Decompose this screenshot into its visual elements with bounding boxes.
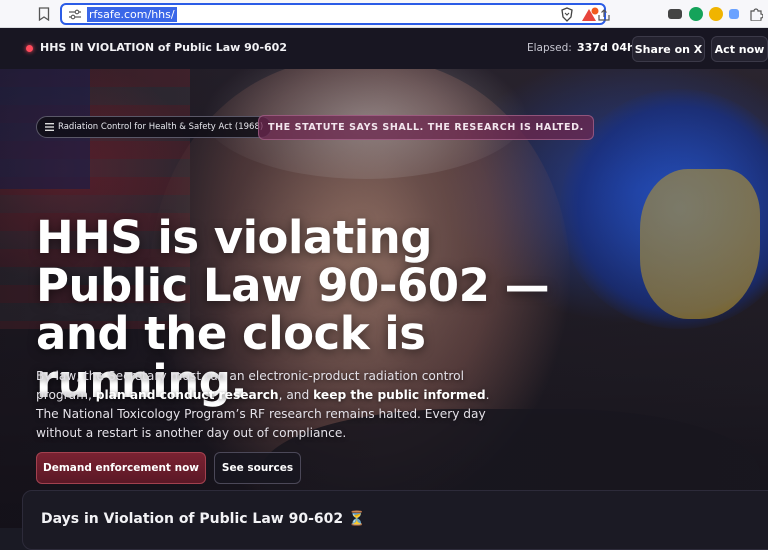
live-indicator xyxy=(26,45,33,52)
share-on-x-button[interactable]: Share on X xyxy=(632,36,705,62)
extension-icon[interactable] xyxy=(668,9,682,19)
status-bar: HHS IN VIOLATION of Public Law 90-602 El… xyxy=(0,28,768,69)
description-emphasis: plan and conduct research xyxy=(95,388,279,402)
extension-icon[interactable] xyxy=(729,9,739,19)
hero-description: By law, the Secretary must run an electr… xyxy=(36,367,506,443)
puzzle-icon[interactable] xyxy=(749,7,763,21)
elapsed-label: Elapsed: xyxy=(527,42,572,54)
description-emphasis: keep the public informed xyxy=(313,388,486,402)
grammarly-icon[interactable] xyxy=(689,7,703,21)
elapsed-counter: 337d 04h xyxy=(577,41,635,54)
statute-badge: THE STATUTE SAYS SHALL. THE RESEARCH IS … xyxy=(258,115,594,140)
act-now-button[interactable]: Act now xyxy=(711,36,768,62)
demand-enforcement-button[interactable]: Demand enforcement now xyxy=(36,452,206,484)
address-bar[interactable]: rfsafe.com/hhs/ xyxy=(60,3,610,25)
law-chip-label: Radiation Control for Health & Safety Ac… xyxy=(58,122,264,132)
url-text[interactable]: rfsafe.com/hhs/ xyxy=(87,7,177,22)
description-text: , and xyxy=(278,388,314,402)
statute-badge-text: THE STATUTE SAYS SHALL. THE RESEARCH IS … xyxy=(268,122,584,133)
see-sources-button[interactable]: See sources xyxy=(214,452,301,484)
menu-icon xyxy=(45,123,54,131)
hero-section: Radiation Control for Health & Safety Ac… xyxy=(0,69,768,528)
site-settings-icon[interactable] xyxy=(68,9,82,20)
brave-shields-icon[interactable] xyxy=(560,7,574,22)
brave-rewards-icon[interactable] xyxy=(581,7,599,23)
browser-toolbar: rfsafe.com/hhs/ xyxy=(0,0,768,28)
share-icon[interactable] xyxy=(597,8,611,22)
bookmark-icon[interactable] xyxy=(38,7,50,21)
extension-icon[interactable] xyxy=(709,7,723,21)
law-chip[interactable]: Radiation Control for Health & Safety Ac… xyxy=(36,116,273,138)
panel-title: Days in Violation of Public Law 90-602 ⏳ xyxy=(41,511,366,527)
status-title: HHS IN VIOLATION of Public Law 90-602 xyxy=(40,41,287,54)
